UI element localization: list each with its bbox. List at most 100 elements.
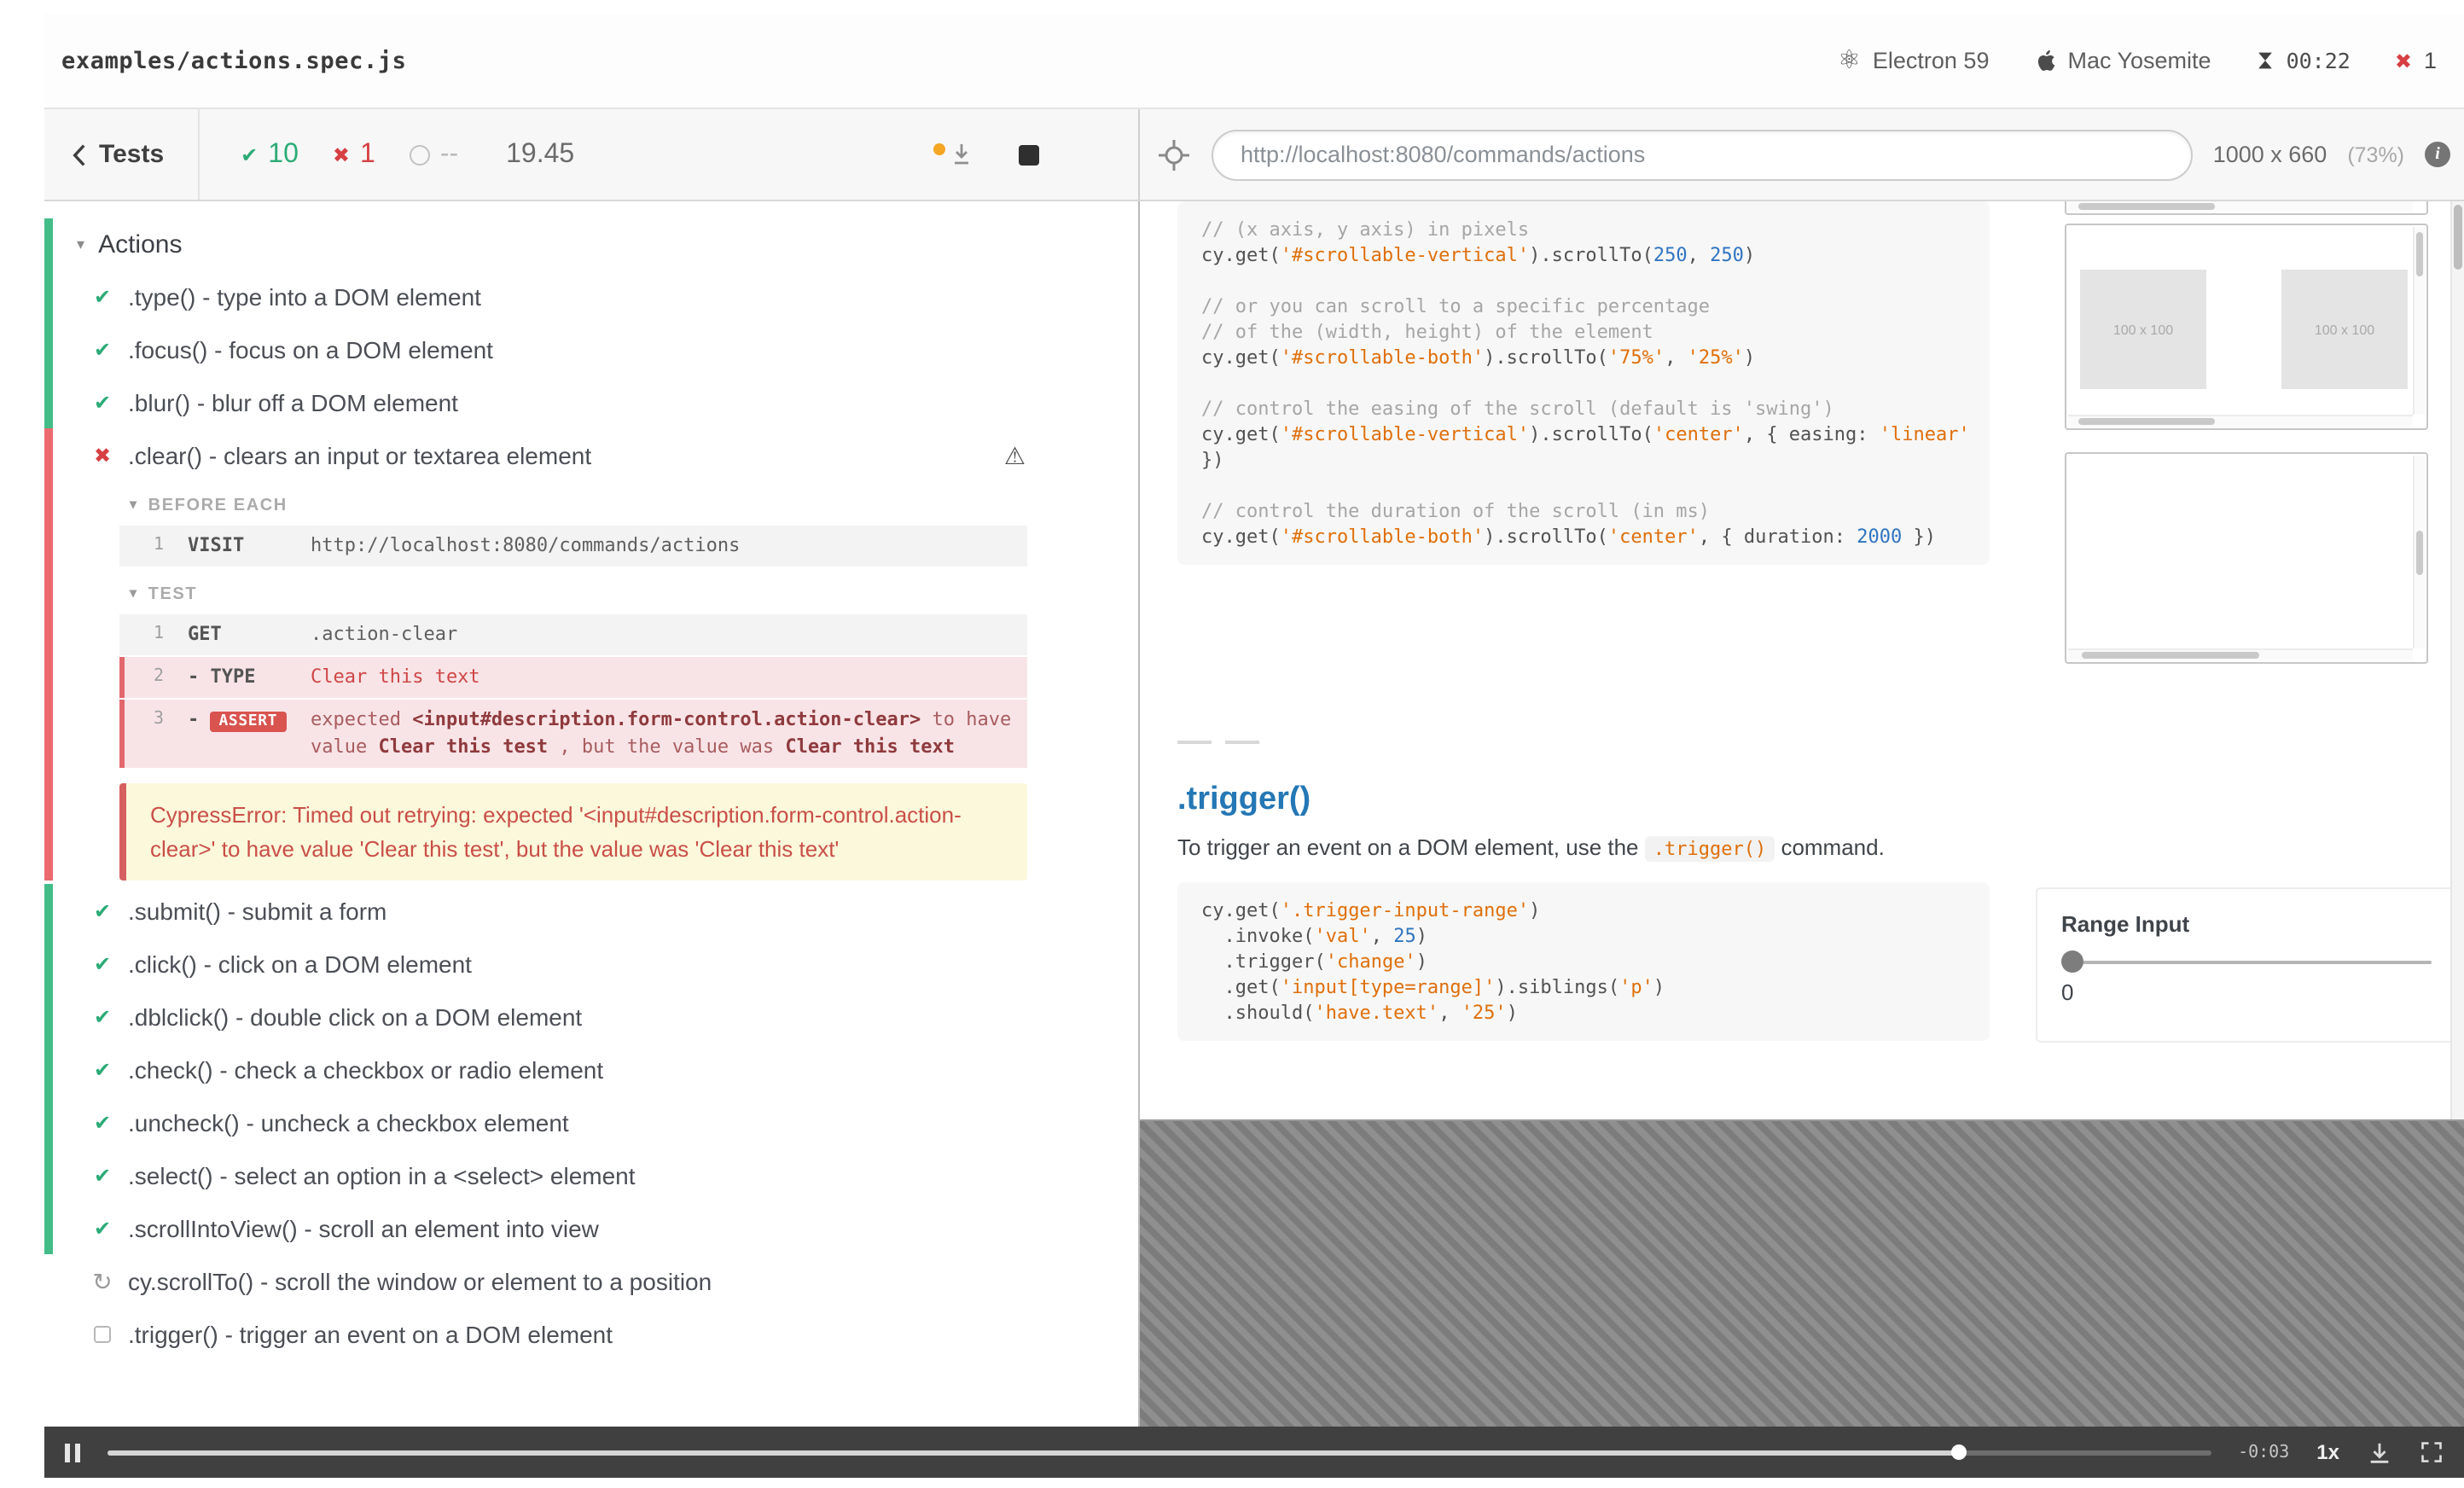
command-name: VISIT [188, 534, 245, 556]
horizontal-scrollbar [2068, 201, 2413, 212]
hook-before-each[interactable]: ▾ BEFORE EACH [119, 485, 1027, 526]
scrollbar-thumb[interactable] [2078, 203, 2215, 210]
passed-count: 10 [268, 139, 299, 168]
passed-icon: ✔ [241, 142, 259, 166]
electron-icon: ⚛ [1837, 46, 1861, 75]
download-button[interactable] [2367, 1439, 2392, 1465]
command-name: GET [188, 623, 222, 645]
fullscreen-button[interactable] [2420, 1440, 2444, 1464]
browser-item: ⚛ Electron 59 [1838, 48, 1990, 73]
section-divider [1177, 741, 1212, 744]
scrollbar-thumb[interactable] [2416, 531, 2423, 575]
command-number: 1 [153, 625, 164, 643]
scrollable-box-vertical [2065, 452, 2428, 664]
command-number: 3 [153, 710, 164, 729]
trigger-heading[interactable]: .trigger() [1177, 782, 1310, 819]
range-input-label: Range Input [2061, 911, 2190, 937]
passed-icon: ✔ [93, 1216, 112, 1240]
duration-item: 00:22 [2256, 48, 2351, 73]
test-row[interactable]: ✔ .submit() - submit a form [53, 884, 1138, 937]
back-to-tests-button[interactable]: Tests [44, 109, 198, 200]
playback-rate-button[interactable]: 1x [2316, 1440, 2339, 1464]
progress-bar[interactable] [108, 1444, 2211, 1460]
time-remaining: -0:03 [2238, 1443, 2290, 1462]
scrollbar-thumb[interactable] [2082, 652, 2259, 659]
url-input[interactable] [1212, 129, 2193, 180]
viewport-info-icon[interactable]: i [2425, 142, 2450, 167]
test-title: .click() - click on a DOM element [128, 950, 472, 977]
download-icon [2370, 1442, 2389, 1462]
command-message: .action-clear [311, 623, 458, 645]
progress-knob[interactable] [1950, 1444, 1967, 1460]
command-type[interactable]: 2 - TYPE Clear this text [119, 657, 1027, 698]
reporter-panel: ▾ Actions ✔ .type() - type into a DOM el… [44, 201, 1140, 1427]
pending-test-row[interactable]: .trigger() - trigger an event on a DOM e… [53, 1307, 1138, 1360]
range-input-panel: Range Input 0 [2036, 887, 2457, 1043]
test-row[interactable]: ✔ .check() - check a checkbox or radio e… [53, 1043, 1138, 1096]
scrollbar-thumb[interactable] [2078, 418, 2215, 425]
scroll-to-bottom-icon [955, 144, 968, 165]
failed-test-row[interactable]: ✖ .clear() - clears an input or textarea… [53, 428, 1138, 481]
caret-down-icon: ▾ [130, 497, 138, 512]
command-get[interactable]: 1 GET .action-clear [119, 614, 1027, 655]
wall-clock: 00:22 [2286, 48, 2351, 73]
aut-scrollbar [2450, 201, 2464, 1119]
command-log: ▾ BEFORE EACH 1 VISIT http://localhost:8… [119, 485, 1027, 881]
aut-panel: // (x axis, y axis) in pixels cy.get('#sc… [1140, 201, 2464, 1427]
range-input-slider[interactable] [2061, 950, 2432, 974]
auto-scroll-toggle[interactable] [933, 142, 974, 167]
back-label: Tests [99, 140, 165, 169]
processing-test-row[interactable]: ↻ cy.scrollTo() - scroll the window or e… [53, 1254, 1138, 1307]
scrollbar-thumb[interactable] [2416, 232, 2423, 276]
selector-playground-icon[interactable] [1157, 137, 1191, 171]
command-number: 2 [153, 667, 164, 686]
test-title: .trigger() - trigger an event on a DOM e… [128, 1320, 613, 1347]
test-row[interactable]: ✔ .click() - click on a DOM element [53, 937, 1138, 990]
main-area: ▾ Actions ✔ .type() - type into a DOM el… [44, 201, 2464, 1427]
passed-stat: ✔ 10 [241, 139, 299, 170]
test-row[interactable]: ✔ .uncheck() - uncheck a checkbox elemen… [53, 1096, 1138, 1148]
test-row[interactable]: ✔ .scrollIntoView() - scroll an element … [53, 1201, 1138, 1254]
command-name: - ASSERT [164, 706, 311, 735]
passed-icon: ✔ [93, 1163, 112, 1187]
pause-button[interactable] [65, 1443, 80, 1462]
passed-icon: ✔ [93, 898, 112, 922]
test-row[interactable]: ✔ .blur() - blur off a DOM element [53, 375, 1138, 428]
pending-count: -- [439, 139, 459, 168]
test-title: .check() - check a checkbox or radio ele… [128, 1055, 604, 1083]
slider-track [2061, 961, 2432, 964]
stop-button[interactable] [1019, 144, 1039, 165]
command-visit[interactable]: 1 VISIT http://localhost:8080/commands/a… [119, 526, 1027, 567]
passed-icon: ✔ [93, 390, 112, 414]
vertical-scrollbar [2413, 456, 2425, 648]
inline-code: .trigger() [1644, 836, 1775, 862]
test-title: .focus() - focus on a DOM element [128, 335, 493, 363]
test-row[interactable]: ✔ .focus() - focus on a DOM element [53, 323, 1138, 375]
test-row[interactable]: ✔ .select() - select an option in a <sel… [53, 1148, 1138, 1201]
apple-icon [2037, 49, 2054, 71]
test-row[interactable]: ✔ .type() - type into a DOM element [53, 270, 1138, 323]
command-assert[interactable]: 3 - ASSERT expected <input#description.f… [119, 700, 1027, 768]
passed-icon: ✔ [93, 1057, 112, 1081]
scrollbar-thumb[interactable] [2454, 205, 2462, 270]
suite-header-actions[interactable]: ▾ Actions [53, 218, 1138, 270]
test-title: .clear() - clears an input or textarea e… [128, 441, 592, 468]
command-number: 1 [153, 536, 164, 555]
passed-icon: ✔ [93, 951, 112, 975]
pending-checkbox-icon [94, 1325, 111, 1342]
viewport-size[interactable]: 1000 x 660 [2213, 142, 2327, 167]
test-title: .select() - select an option in a <selec… [128, 1161, 636, 1189]
failed-count: 1 [360, 139, 375, 168]
slider-thumb[interactable] [2061, 950, 2083, 973]
placeholder-label: 100 x 100 [2314, 322, 2375, 337]
reporter-controls [933, 142, 1039, 167]
reporter-toolbar: Tests ✔ 10 ✖ 1 -- 19.45 [44, 109, 1140, 200]
test-stats: ✔ 10 ✖ 1 -- 19.45 [200, 139, 574, 170]
hook-test[interactable]: ▾ TEST [119, 573, 1027, 614]
placeholder-square: 100 x 100 [2080, 270, 2206, 389]
vertical-scrollbar [2413, 227, 2425, 415]
processing-icon: ↻ [92, 1267, 113, 1294]
runner-header: examples/actions.spec.js ⚛ Electron 59 M… [44, 14, 2464, 109]
test-row[interactable]: ✔ .dblclick() - double click on a DOM el… [53, 990, 1138, 1043]
failed-stat: ✖ 1 [333, 139, 375, 170]
